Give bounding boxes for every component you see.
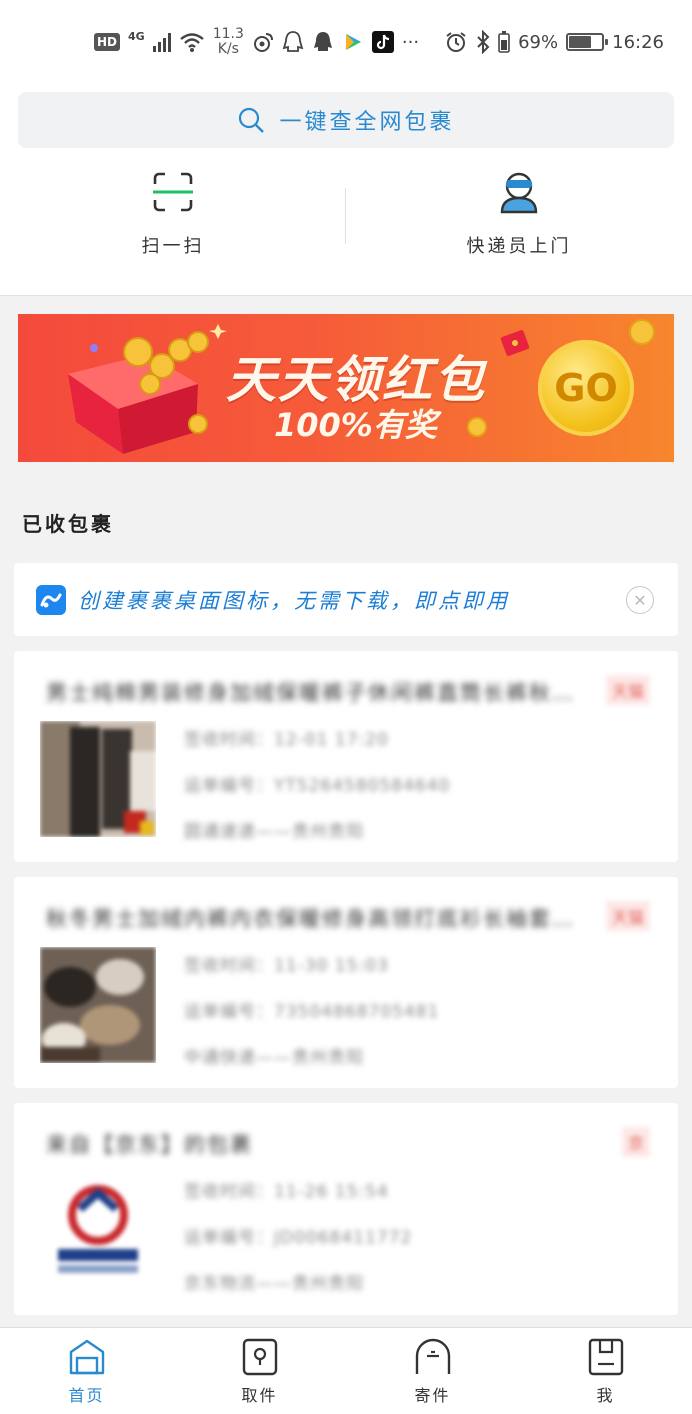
red-envelope-icon — [500, 330, 530, 356]
status-bar: HD 4G 11.3 K/s ··· 69% 16:26 — [0, 0, 692, 84]
weibo-icon — [253, 33, 273, 52]
hd-indicator: HD — [94, 33, 121, 51]
bottom-nav: 首页 取件 寄件 我 — [0, 1327, 692, 1414]
alarm-icon — [446, 32, 466, 52]
gift-box-icon — [68, 324, 227, 454]
tab-home-label: 首页 — [68, 1386, 105, 1405]
bluetooth-icon — [477, 30, 490, 54]
courier-company: 京东物流——贵州贵阳 — [184, 1274, 364, 1294]
package-title: 秋冬男士加绒内裤内衣保暖修身高领打底衫长袖套装加… — [46, 907, 586, 931]
sign-time: 签收时间：11-30 15:03 — [184, 956, 389, 976]
tracking-number: 运单编号：JD0068411772 — [184, 1228, 413, 1248]
top-section: 一键查全网包裹 扫一扫 快递员上门 — [0, 84, 692, 296]
video-app-icon — [345, 34, 361, 50]
battery-small-icon — [498, 31, 510, 53]
speed-value: 11.3 — [212, 26, 244, 42]
locker-icon — [242, 1338, 277, 1376]
wifi-icon — [179, 33, 204, 52]
store-badge: 京 — [621, 1127, 650, 1157]
go-label: GO — [554, 366, 618, 410]
tracking-number: 运单编号：YT5264580584640 — [184, 776, 451, 796]
package-card[interactable]: 秋冬男士加绒内裤内衣保暖修身高领打底衫长袖套装加… 天猫 签收时间：11-30 … — [14, 877, 678, 1088]
store-badge: 天猫 — [605, 901, 650, 931]
qq-icon — [313, 32, 332, 51]
tracking-number: 运单编号：73504868705481 — [184, 1002, 440, 1022]
close-icon[interactable]: ✕ — [626, 586, 654, 614]
package-title: 来自【京东】的包裹 — [46, 1133, 253, 1157]
battery-level — [569, 36, 592, 48]
search-icon — [239, 107, 265, 133]
home-icon — [69, 1339, 104, 1375]
banner-subtitle: 100%有奖 — [274, 406, 437, 444]
courier-pickup-button[interactable]: 快递员上门 — [346, 170, 692, 270]
more-notifications: ··· — [401, 31, 420, 53]
courier-company: 圆通速递——贵州贵阳 — [184, 822, 364, 842]
search-placeholder: 一键查全网包裹 — [279, 110, 455, 135]
small-coin-icon — [629, 319, 655, 345]
tiktok-icon — [371, 31, 394, 53]
tab-me-label: 我 — [596, 1386, 615, 1405]
courier-company: 中通快递——贵州贵阳 — [184, 1048, 364, 1068]
small-coin-icon — [467, 417, 487, 437]
search-bar[interactable]: 一键查全网包裹 — [18, 92, 674, 148]
package-card[interactable]: 男士纯棉男装修身加绒保暖裤子休闲裤直筒长裤秋冬款… 天猫 签收时间：12-01 … — [14, 651, 678, 862]
guoguo-logo-icon — [36, 584, 66, 615]
courier-label: 快递员上门 — [466, 236, 572, 257]
network-speed: 11.3 K/s — [213, 27, 244, 57]
scan-label: 扫一扫 — [141, 236, 205, 257]
sign-time: 签收时间：11-26 15:54 — [184, 1182, 389, 1202]
tab-home[interactable]: 首页 — [0, 1328, 173, 1414]
tab-send[interactable]: 寄件 — [346, 1328, 519, 1414]
store-badge: 天猫 — [605, 675, 650, 705]
tip-text: 创建裹裹桌面图标，无需下载，即点即用 — [78, 588, 510, 613]
sign-time: 签收时间：12-01 17:20 — [184, 730, 389, 750]
courier-icon — [500, 172, 538, 214]
profile-icon — [588, 1338, 623, 1376]
desktop-shortcut-tip[interactable]: 创建裹裹桌面图标，无需下载，即点即用 ✕ — [14, 563, 678, 636]
package-thumbnail — [40, 1173, 156, 1289]
tab-send-label: 寄件 — [414, 1386, 451, 1405]
package-thumbnail — [40, 721, 156, 837]
promo-banner[interactable]: 天天领红包 100%有奖 GO — [18, 314, 674, 462]
scan-icon — [153, 172, 193, 212]
qq-outline-icon — [282, 31, 304, 52]
tab-pickup[interactable]: 取件 — [173, 1328, 346, 1414]
package-card[interactable]: 来自【京东】的包裹 京 签收时间：11-26 15:54 运单编号：JD0068… — [14, 1103, 678, 1315]
send-package-icon — [415, 1338, 450, 1374]
go-button[interactable]: GO — [538, 340, 634, 436]
battery-percent: 69% — [518, 31, 559, 53]
tab-pickup-label: 取件 — [241, 1386, 278, 1405]
received-packages-title: 已收包裹 — [22, 512, 114, 536]
signal-icon — [152, 32, 171, 52]
status-right: 69% 16:26 — [444, 28, 664, 56]
battery-icon — [566, 33, 609, 51]
status-left: HD 4G 11.3 K/s ··· — [94, 27, 420, 57]
network-type: 4G — [128, 29, 145, 43]
scan-button[interactable]: 扫一扫 — [0, 170, 346, 270]
clock: 16:26 — [612, 31, 664, 53]
speed-unit: K/s — [217, 41, 239, 57]
package-title: 男士纯棉男装修身加绒保暖裤子休闲裤直筒长裤秋冬款… — [46, 681, 586, 705]
package-thumbnail — [40, 947, 156, 1063]
tab-me[interactable]: 我 — [519, 1328, 692, 1414]
